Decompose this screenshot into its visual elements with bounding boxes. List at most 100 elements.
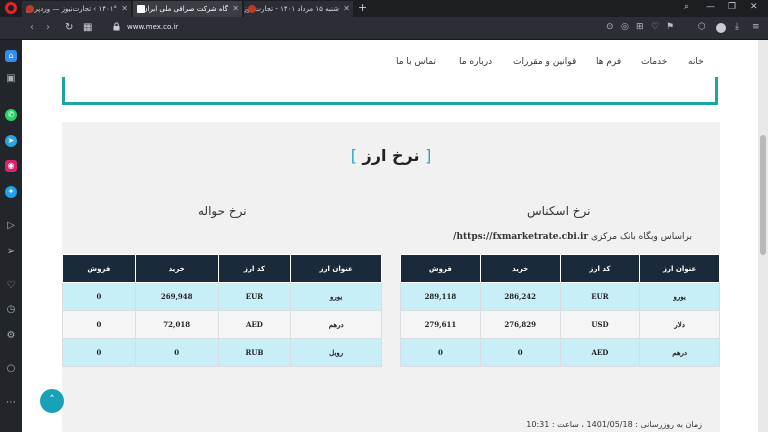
cash-rate-table: عنوان ارز کد ارز خرید فروش یورو EUR 286,… — [400, 254, 720, 367]
history-icon[interactable]: ◷ — [5, 304, 17, 315]
whatsapp-icon[interactable]: ✆ — [5, 109, 17, 121]
column-header: فروش — [62, 254, 136, 283]
news-favicon-icon — [248, 5, 256, 13]
buy-price: 286,242 — [479, 282, 561, 311]
buy-price: 276,829 — [479, 310, 561, 339]
reload-icon[interactable]: ↻ — [65, 22, 73, 33]
camera-icon[interactable]: ⊙ — [606, 22, 614, 32]
sell-price: 289,118 — [400, 282, 481, 311]
nav-home[interactable]: خانه — [688, 57, 704, 67]
table-row: درهم AED 0 0 — [400, 338, 720, 367]
transfer-heading: نرخ حواله — [198, 204, 247, 218]
bookmark-heart-icon[interactable]: ♡ — [651, 22, 659, 32]
title-text: نرخ ارز — [362, 146, 420, 165]
transfer-rate-table: عنوان ارز کد ارز خرید فروش یورو EUR 269,… — [62, 254, 382, 367]
new-tab-button[interactable]: + — [358, 1, 367, 15]
nav-contact[interactable]: تماس با ما — [396, 57, 436, 67]
bracket-close: ] — [350, 146, 357, 165]
column-header: خرید — [479, 254, 561, 283]
cash-heading: نرخ اسکناس — [527, 204, 591, 218]
bracket-open: [ — [425, 146, 432, 165]
scrollbar-thumb[interactable] — [760, 135, 766, 255]
scroll-to-top-button[interactable]: ˄ — [40, 389, 64, 413]
currency-code: EUR — [217, 282, 292, 311]
table-row: روبل RUB 0 0 — [62, 338, 382, 367]
column-header: خرید — [134, 254, 219, 283]
profile-avatar-icon[interactable] — [716, 23, 726, 33]
currency-panel: [ نرخ ارز ] نرخ اسکناس نرخ حواله براساس … — [62, 122, 720, 432]
cbi-link[interactable]: https://fxmarketrate.cbi.ir/ — [453, 232, 588, 242]
back-icon[interactable]: ‹ — [30, 22, 34, 33]
column-header: کد ارز — [559, 254, 641, 283]
close-icon[interactable]: ✕ — [343, 1, 350, 17]
column-header: فروش — [400, 254, 481, 283]
translate-icon[interactable]: ⊞ — [636, 22, 644, 32]
buy-price: 72,018 — [134, 310, 219, 339]
close-icon[interactable]: ✕ — [232, 1, 239, 17]
page-scrollbar[interactable] — [758, 40, 768, 432]
tips-bulb-icon[interactable]: ○ — [5, 363, 17, 374]
wallet-icon[interactable]: ▣ — [5, 73, 17, 84]
column-header: عنوان ارز — [639, 254, 720, 283]
tab-1[interactable]: ۱۴۰۱° › تجارت‌نیوز — ورد‌پرس ✕ — [22, 1, 132, 17]
close-icon[interactable]: ✕ — [121, 1, 128, 17]
send-icon[interactable]: ➢ — [5, 246, 17, 257]
extensions-icon[interactable]: ⬡ — [698, 22, 706, 32]
tab-3[interactable]: شنبه ۱۵ مرداد ۱۴۰۱ - تجارت‌نیوز ✕ — [244, 1, 354, 17]
currency-name: یورو — [290, 282, 382, 311]
sell-price: 0 — [62, 338, 136, 367]
telegram-icon[interactable]: ➤ — [5, 135, 17, 147]
snapshot-icon[interactable]: ◎ — [621, 22, 629, 32]
buy-price: 269,948 — [134, 282, 219, 311]
currency-code: AED — [559, 338, 641, 367]
nav-about[interactable]: درباره ما — [459, 57, 492, 67]
tab-3-title: شنبه ۱۵ مرداد ۱۴۰۱ - تجارت‌نیوز — [244, 5, 339, 13]
last-updated: زمان به روزرسانی : 1401/05/18 ، ساعت : 1… — [526, 420, 702, 429]
table-row: درهم AED 72,018 0 — [62, 310, 382, 339]
speed-dial-icon[interactable]: ▦ — [83, 22, 92, 33]
player-icon[interactable]: ▷ — [5, 220, 17, 231]
page-title: [ نرخ ارز ] — [62, 146, 720, 165]
tab-2-title: گاه شرکت صرافی ملی ایران — [142, 5, 228, 13]
url-field[interactable]: www.mex.co.ir — [127, 23, 178, 31]
currency-code: USD — [559, 310, 641, 339]
download-icon[interactable]: ⤓ — [735, 22, 739, 32]
restore-icon[interactable]: ❐ — [728, 2, 736, 12]
nav-rules[interactable]: قوانین و مقررات — [513, 57, 576, 67]
page-favicon-icon — [137, 5, 145, 13]
sell-price: 0 — [400, 338, 481, 367]
table-row: یورو EUR 269,948 0 — [62, 282, 382, 311]
cbi-prefix: براساس وبگاه بانک مرکزی — [591, 232, 692, 242]
currency-name: دلار — [639, 310, 720, 339]
sell-price: 279,611 — [400, 310, 481, 339]
instagram-icon[interactable]: ◉ — [5, 160, 17, 172]
nav-services[interactable]: خدمات — [641, 57, 667, 67]
wordpress-favicon-icon — [26, 5, 34, 13]
nav-forms[interactable]: فرم ها — [596, 57, 621, 67]
minimize-icon[interactable]: — — [706, 2, 715, 12]
forward-icon[interactable]: › — [46, 22, 50, 33]
tab-2[interactable]: گاه شرکت صرافی ملی ایران ✕ — [133, 1, 243, 17]
heart-icon[interactable]: ♡ — [5, 280, 17, 291]
table-row: یورو EUR 286,242 289,118 — [400, 282, 720, 311]
lock-icon[interactable] — [113, 22, 120, 31]
chevron-up-icon: ˄ — [49, 393, 55, 406]
close-window-icon[interactable]: ✕ — [750, 2, 758, 12]
bookmark-icon[interactable]: ⚑ — [666, 22, 674, 32]
column-header: کد ارز — [217, 254, 292, 283]
search-tabs-icon[interactable]: ⌕ — [684, 2, 689, 12]
cbi-source: براساس وبگاه بانک مرکزی https://fxmarket… — [453, 232, 692, 242]
notice-box — [62, 77, 718, 105]
settings-gear-icon[interactable]: ⚙ — [5, 330, 17, 341]
home-icon[interactable]: ⌂ — [5, 50, 17, 62]
address-bar: ‹ › ↻ ▦ www.mex.co.ir ⊙ ◎ ⊞ ♡ ⚑ ⬡ ⤓ ≡ — [0, 17, 768, 40]
sell-price: 0 — [62, 282, 136, 311]
menu-icon[interactable]: ≡ — [752, 22, 760, 32]
sell-price: 0 — [62, 310, 136, 339]
opera-sidebar: ⌂ ▣ ✆ ➤ ◉ ✦ ▷ ➢ ♡ ◷ ⚙ ○ ⋯ — [0, 40, 22, 432]
twitter-icon[interactable]: ✦ — [5, 186, 17, 198]
currency-name: درهم — [639, 338, 720, 367]
web-page: خانه خدمات فرم ها قوانین و مقررات درباره… — [22, 40, 758, 432]
opera-logo-icon[interactable] — [5, 2, 17, 14]
more-icon[interactable]: ⋯ — [5, 397, 17, 408]
